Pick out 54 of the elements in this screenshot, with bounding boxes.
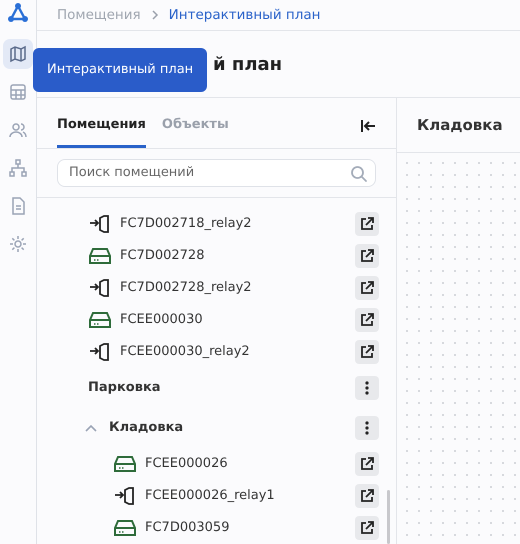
device-name[interactable]: FCEE000026_relay1 <box>145 486 355 506</box>
scrollbar[interactable] <box>387 490 390 544</box>
hierarchy-icon <box>8 158 28 178</box>
more-options-button[interactable] <box>355 376 379 400</box>
breadcrumb-link[interactable]: Интерактивный план <box>168 4 320 26</box>
door-entry-icon <box>88 342 112 362</box>
external-link-icon <box>360 345 374 359</box>
open-external-button[interactable] <box>355 452 379 476</box>
settings-icon <box>8 234 28 254</box>
device-name[interactable]: FCEE000026 <box>145 454 355 474</box>
external-link-icon <box>360 457 374 471</box>
room-name[interactable]: Кладовка <box>109 418 355 438</box>
plan-title: Кладовка <box>417 114 503 136</box>
storage-device-icon <box>88 311 112 329</box>
device-name[interactable]: FC7D002718_relay2 <box>120 214 355 234</box>
open-external-button[interactable] <box>355 276 379 300</box>
chevron-icon <box>150 10 159 20</box>
device-name[interactable]: FC7D003059 <box>145 518 355 538</box>
tooltip: Интерактивный план <box>33 48 208 92</box>
search-field[interactable]: Поиск помещений <box>57 159 376 187</box>
device-name[interactable]: FCEE000030 <box>120 310 355 330</box>
grid-icon <box>8 82 28 102</box>
open-external-button[interactable] <box>355 244 379 268</box>
door-entry-icon <box>113 486 137 506</box>
open-external-button[interactable] <box>355 212 379 236</box>
external-link-icon <box>360 313 374 327</box>
open-external-button[interactable] <box>355 308 379 332</box>
device-name[interactable]: FC7D002728_relay2 <box>120 278 355 298</box>
nav-button[interactable] <box>3 39 33 69</box>
device-name[interactable]: FC7D002728 <box>120 246 355 266</box>
external-link-icon <box>360 217 374 231</box>
map-icon <box>8 44 28 64</box>
collapse-panel-button[interactable] <box>360 119 376 134</box>
page-title: й план <box>213 52 282 76</box>
open-external-button[interactable] <box>355 516 379 540</box>
kebab-menu-icon <box>365 381 369 395</box>
door-entry-icon <box>88 214 112 234</box>
storage-device-icon <box>113 519 137 537</box>
external-link-icon <box>360 489 374 503</box>
logo-icon[interactable] <box>7 2 29 24</box>
external-link-icon <box>360 281 374 295</box>
kebab-menu-icon <box>365 421 369 435</box>
tab[interactable]: Помещения <box>57 114 146 148</box>
search-icon <box>350 165 368 184</box>
storage-device-icon <box>88 247 112 265</box>
external-link-icon <box>360 249 374 263</box>
open-external-button[interactable] <box>355 484 379 508</box>
room-name[interactable]: Парковка <box>88 378 355 398</box>
device-name[interactable]: FCEE000030_relay2 <box>120 342 355 362</box>
external-link-icon <box>360 521 374 535</box>
door-entry-icon <box>88 278 112 298</box>
more-options-button[interactable] <box>355 416 379 440</box>
open-external-button[interactable] <box>355 340 379 364</box>
storage-device-icon <box>113 455 137 473</box>
